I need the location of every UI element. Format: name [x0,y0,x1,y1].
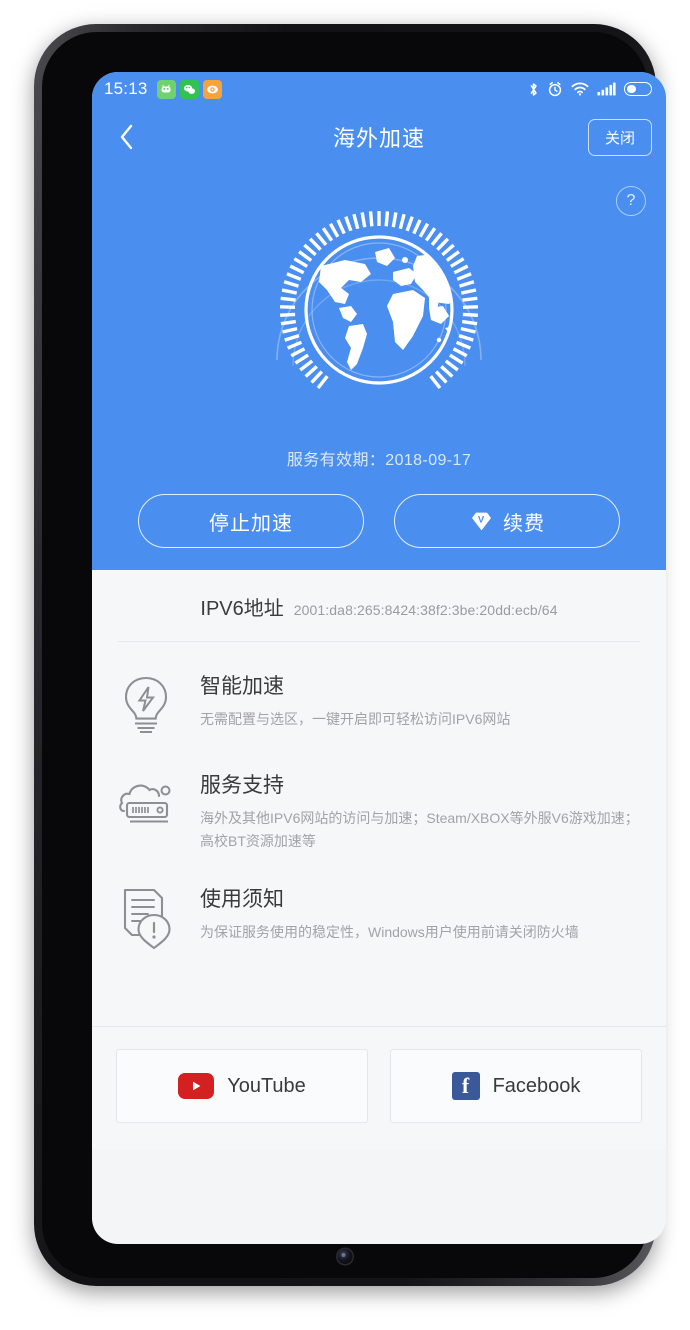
chevron-left-icon [120,124,133,150]
page-title: 海外加速 [332,126,425,151]
help-icon[interactable]: ? [616,186,646,216]
ipv6-address-row: IPV6地址 2001:da8:265:8424:38f2:3be:20dd:e… [92,570,666,641]
facebook-icon: f [451,1072,480,1101]
feature-title: 智能加速 [200,675,284,698]
close-button[interactable]: 关闭 [587,118,652,156]
weibo-icon [202,79,222,99]
youtube-button[interactable]: YouTube [116,1049,368,1124]
feature-list: 智能加速 无需配置与选区，一键开启即可轻松访问IPV6网站 服务支持 海外及其他… [92,642,666,980]
content-area: IPV6地址 2001:da8:265:8424:38f2:3be:20dd:e… [92,570,666,1150]
ipv6-label: IPV6地址 [200,598,284,620]
cellular-signal-icon [597,82,616,96]
feature-item-service-support: 服务支持 海外及其他IPV6网站的访问与加速；Steam/XBOX等外服V6游戏… [118,755,640,869]
battery-icon [624,82,652,96]
notification-icons [156,79,222,99]
stop-acceleration-button[interactable]: 停止加速 [138,494,364,548]
status-bar: 15:13 [92,72,666,106]
feature-item-smart-acceleration: 智能加速 无需配置与选区，一键开启即可轻松访问IPV6网站 [118,656,640,755]
facebook-button[interactable]: f Facebook [390,1049,642,1124]
front-camera [337,1249,353,1264]
alarm-icon [548,81,562,97]
hero-action-buttons: 停止加速 V 续费 [92,494,666,548]
wechat-icon [179,79,199,99]
lightbulb-icon [118,670,180,739]
globe-graphic [92,168,666,440]
status-clock: 15:13 [104,79,148,98]
wifi-icon [571,82,589,96]
phone-screen: 15:13 海外加速 关闭 ? 服务有效期：2018-09-17 停止加速 V … [92,72,666,1244]
facebook-label: Facebook [492,1074,581,1097]
svg-text:V: V [478,514,485,525]
feature-desc: 无需配置与选区，一键开启即可轻松访问IPV6网站 [200,711,511,727]
document-alert-icon [118,883,180,954]
feature-text: 智能加速 无需配置与选区，一键开启即可轻松访问IPV6网站 [200,670,510,739]
renew-button[interactable]: V 续费 [394,494,620,548]
vip-diamond-icon: V [472,512,491,530]
stop-acceleration-label: 停止加速 [209,512,293,535]
feature-text: 使用须知 为保证服务使用的稳定性，Windows用户使用前请关闭防火墙 [200,883,579,954]
hero-panel: ? 服务有效期：2018-09-17 停止加速 V 续费 [92,168,666,570]
feature-desc: 海外及其他IPV6网站的访问与加速；Steam/XBOX等外服V6游戏加速；高校… [200,810,639,850]
feature-desc: 为保证服务使用的稳定性，Windows用户使用前请关闭防火墙 [200,924,579,941]
youtube-label: YouTube [227,1074,306,1097]
social-links: YouTube f Facebook [92,1027,666,1149]
phone-device-frame: 15:13 海外加速 关闭 ? 服务有效期：2018-09-17 停止加速 V … [34,24,666,1286]
globe-gauge-icon [276,211,482,390]
service-expiry-text: 服务有效期：2018-09-17 [286,452,472,469]
feature-text: 服务支持 海外及其他IPV6网站的访问与加速；Steam/XBOX等外服V6游戏… [200,769,640,853]
youtube-icon [178,1073,215,1100]
bluetooth-icon [530,82,537,96]
title-bar: 海外加速 关闭 [92,106,666,168]
renew-label: 续费 [503,512,545,535]
ipv6-value[interactable]: 2001:da8:265:8424:38f2:3be:20dd:ecb/64 [294,602,558,618]
feature-title: 使用须知 [200,888,284,912]
feature-title: 服务支持 [200,774,284,797]
status-indicators [528,81,652,98]
android-app-icon [156,79,176,99]
feature-item-usage-notice: 使用须知 为保证服务使用的稳定性，Windows用户使用前请关闭防火墙 [118,869,640,970]
back-button[interactable] [110,120,144,154]
cloud-server-icon [118,769,180,853]
